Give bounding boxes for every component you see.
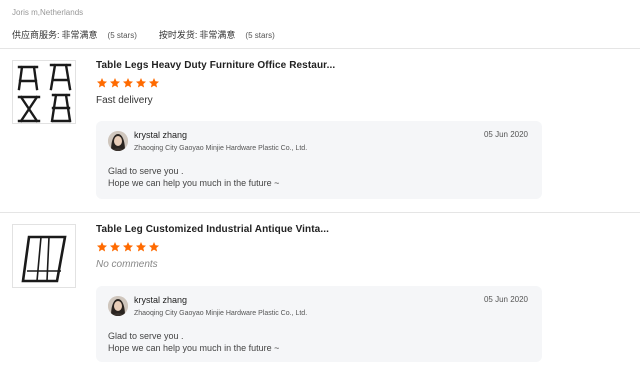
- trapezoid-table-leg-icon: [21, 235, 67, 283]
- product-title-link[interactable]: Table Leg Customized Industrial Antique …: [96, 224, 546, 235]
- metal-table-legs-set-icon: [17, 63, 72, 123]
- rating-supplier-service: 供应商服务: 非常满意 (5 stars): [12, 28, 137, 41]
- avatar-photo-icon: [108, 296, 128, 316]
- supplier-reply: krystal zhang Zhaoqing City Gaoyao Minji…: [96, 286, 542, 362]
- rating-value: 非常满意: [61, 30, 98, 40]
- rating-stars-text: (5 stars): [245, 31, 275, 40]
- avatar: [108, 131, 128, 151]
- reply-date: 05 Jun 2020: [483, 295, 528, 304]
- star-icon: [123, 78, 133, 88]
- avatar-photo-icon: [108, 131, 128, 151]
- rating-label: 供应商服务:: [12, 30, 60, 40]
- reply-author-name: krystal zhang: [134, 130, 188, 140]
- divider: [0, 48, 640, 49]
- star-icon: [97, 78, 107, 88]
- supplier-reply: krystal zhang Zhaoqing City Gaoyao Minji…: [96, 121, 542, 199]
- reply-company-name: Zhaoqing City Gaoyao Minjie Hardware Pla…: [134, 145, 308, 152]
- rating-value: 非常满意: [199, 30, 236, 40]
- rating-on-time-shipment: 按时发货: 非常满意 (5 stars): [159, 28, 275, 41]
- reply-author-name: krystal zhang: [134, 295, 188, 305]
- star-icon: [110, 242, 120, 252]
- product-thumbnail[interactable]: [12, 60, 76, 124]
- review-content: Table Leg Customized Industrial Antique …: [96, 224, 546, 270]
- star-icon: [97, 242, 107, 252]
- review-comment: Fast delivery: [96, 95, 153, 106]
- review-content: Table Legs Heavy Duty Furniture Office R…: [96, 60, 546, 106]
- product-title-link[interactable]: Table Legs Heavy Duty Furniture Office R…: [96, 60, 546, 71]
- reply-text-line: Hope we can help you much in the future …: [108, 178, 280, 188]
- reviewer-name: Joris m,Netherlands: [12, 8, 84, 17]
- avatar: [108, 296, 128, 316]
- rating-label: 按时发货:: [158, 30, 198, 40]
- star-icon: [136, 78, 146, 88]
- product-thumbnail[interactable]: [12, 224, 76, 288]
- star-icon: [110, 78, 120, 88]
- star-icon: [123, 242, 133, 252]
- rating-stars-text: (5 stars): [107, 31, 137, 40]
- divider: [0, 212, 640, 213]
- review-header: Joris m,Netherlands 供应商服务: 非常满意 (5 stars…: [12, 8, 632, 41]
- reply-company-name: Zhaoqing City Gaoyao Minjie Hardware Pla…: [134, 310, 308, 317]
- reply-text-line: Hope we can help you much in the future …: [108, 343, 280, 353]
- star-icon: [149, 78, 159, 88]
- star-icon: [136, 242, 146, 252]
- supplier-ratings: 供应商服务: 非常满意 (5 stars) 按时发货: 非常满意 (5 star…: [12, 28, 632, 41]
- star-rating: [96, 77, 546, 90]
- reply-date: 05 Jun 2020: [483, 130, 528, 139]
- star-rating: [96, 241, 546, 254]
- star-icon: [149, 242, 159, 252]
- review-comment: No comments: [96, 259, 158, 270]
- reply-text-line: Glad to serve you .: [108, 331, 184, 341]
- reply-text-line: Glad to serve you .: [108, 166, 184, 176]
